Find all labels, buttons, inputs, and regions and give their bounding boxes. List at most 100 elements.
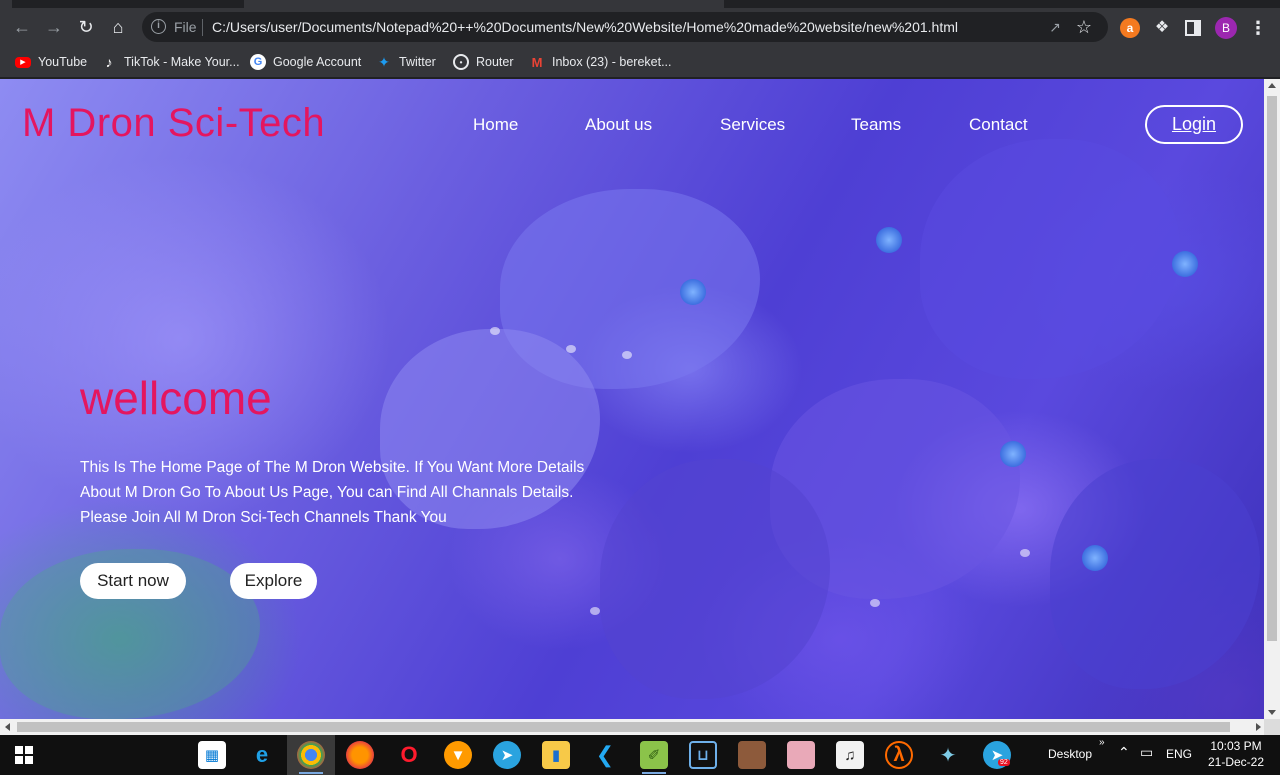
browser-toolbar: ← → ↻ ⌂ i File C:/Users/user/Documents/N… [0, 8, 1280, 46]
brave-icon[interactable]: ▼ [444, 741, 472, 769]
youtube-icon: ▶ [15, 56, 31, 68]
tiktok-icon: ♪ [105, 54, 113, 70]
flower-center [1000, 441, 1026, 467]
bookmark-google-account[interactable]: G Google Account [250, 52, 361, 72]
vertical-scroll-thumb[interactable] [1267, 96, 1277, 641]
water-drop [566, 345, 576, 353]
bookmark-label: Twitter [399, 55, 436, 69]
flower-center [1172, 251, 1198, 277]
reload-icon[interactable]: ↻ [76, 17, 96, 37]
firefox-icon[interactable] [346, 741, 374, 769]
vertical-scrollbar[interactable] [1264, 79, 1280, 719]
telegram-unread-badge: 92 [998, 759, 1010, 766]
petal [920, 139, 1180, 379]
twitter-icon: ✦ [378, 53, 390, 70]
google-icon: G [250, 54, 266, 70]
scrollbar-corner [1256, 719, 1280, 735]
bookmark-router[interactable]: • Router [453, 52, 514, 72]
system-clock[interactable]: 10:03 PM 21-Dec-22 [1206, 738, 1266, 770]
photo-app-2-icon[interactable] [787, 741, 815, 769]
url-separator [202, 19, 203, 36]
water-drop [590, 607, 600, 615]
bookmark-gmail-inbox[interactable]: M Inbox (23) - bereket... [529, 52, 672, 72]
bookmark-twitter[interactable]: ✦ Twitter [376, 52, 436, 72]
bookmark-label: Inbox (23) - bereket... [552, 55, 672, 69]
desktop-toolbar-label[interactable]: Desktop [1048, 747, 1092, 761]
router-icon: • [453, 54, 469, 70]
language-indicator[interactable]: ENG [1166, 747, 1192, 761]
nav-home[interactable]: Home [473, 115, 518, 135]
water-drop [1020, 549, 1030, 557]
scroll-up-arrow-icon[interactable] [1268, 83, 1276, 88]
half-life-icon[interactable]: λ [885, 741, 913, 769]
bookmark-tiktok[interactable]: ♪ TikTok - Make Your... [101, 52, 240, 72]
bookmark-label: YouTube [38, 55, 88, 69]
windows-taskbar: ▦ e O ▼ ➤ ▮ ❮ ✐ ⊔ ♫ λ ✦ ➤ Desktop » ⌃ ▭ … [0, 735, 1280, 775]
clock-time: 10:03 PM [1210, 739, 1262, 753]
info-icon[interactable]: i [151, 19, 166, 34]
file-explorer-icon[interactable]: ▮ [542, 741, 570, 769]
nav-services[interactable]: Services [720, 115, 785, 135]
nav-contact[interactable]: Contact [969, 115, 1028, 135]
start-now-button[interactable]: Start now [80, 563, 186, 599]
petal [1050, 459, 1260, 689]
profile-avatar[interactable]: B [1215, 17, 1237, 39]
flower-center [1082, 545, 1108, 571]
flower-center [680, 279, 706, 305]
forward-arrow-icon[interactable]: → [44, 17, 64, 37]
active-tab[interactable] [244, 0, 724, 8]
scroll-left-arrow-icon[interactable] [5, 723, 10, 731]
side-panel-icon[interactable] [1185, 20, 1201, 36]
vscode-icon[interactable]: ❮ [591, 741, 619, 769]
hero-line: About M Dron Go To About Us Page, You ca… [80, 484, 574, 501]
edge-icon[interactable]: e [248, 741, 276, 769]
gmail-icon: M [531, 54, 543, 70]
bookmark-youtube[interactable]: ▶ YouTube [15, 52, 87, 72]
water-drop [622, 351, 632, 359]
bookmark-star-icon[interactable]: ☆ [1074, 17, 1094, 37]
site-logo[interactable]: M Dron Sci-Tech [22, 101, 325, 146]
windows-store-icon[interactable]: ▦ [198, 741, 226, 769]
notepad-plus-plus-icon[interactable]: ✐ [640, 741, 668, 774]
flower-center [876, 227, 902, 253]
water-drop [490, 327, 500, 335]
opera-icon[interactable]: O [395, 741, 423, 769]
clock-date: 21-Dec-22 [1207, 755, 1265, 769]
horizontal-scrollbar[interactable] [0, 719, 1264, 735]
extensions-puzzle-icon[interactable]: ❖ [1152, 18, 1172, 38]
water-drop [870, 599, 880, 607]
explore-button[interactable]: Explore [230, 563, 317, 599]
url-scheme: File [174, 19, 197, 35]
windows-start-icon[interactable] [15, 746, 33, 764]
hero-line: This Is The Home Page of The M Dron Webs… [80, 459, 585, 476]
tab-edge-left [0, 0, 12, 8]
back-arrow-icon[interactable]: ← [12, 17, 32, 37]
home-icon[interactable]: ⌂ [108, 17, 128, 37]
scroll-down-arrow-icon[interactable] [1268, 710, 1276, 715]
share-icon[interactable]: ↗ [1046, 18, 1064, 36]
login-button[interactable]: Login [1145, 105, 1243, 144]
photo-app-icon[interactable] [738, 741, 766, 769]
url-text[interactable]: C:/Users/user/Documents/Notepad%20++%20D… [212, 19, 958, 35]
horizontal-scroll-thumb[interactable] [17, 722, 1230, 732]
terminal-icon[interactable]: ⊔ [689, 741, 717, 769]
avast-extension-icon[interactable]: a [1120, 18, 1140, 38]
show-hidden-icons-chevron-icon[interactable]: ⌃ [1118, 744, 1130, 761]
chrome-menu-icon[interactable]: ⋮ [1248, 18, 1268, 38]
chrome-icon[interactable] [297, 741, 325, 774]
tab-strip [0, 0, 1280, 8]
scroll-right-arrow-icon[interactable] [1256, 723, 1261, 731]
telegram-icon[interactable]: ➤ [493, 741, 521, 769]
nav-teams[interactable]: Teams [851, 115, 901, 135]
music-app-icon[interactable]: ♫ [836, 741, 864, 769]
network-icon[interactable]: ▭ [1140, 744, 1153, 761]
nav-about-us[interactable]: About us [585, 115, 652, 135]
bookmark-label: TikTok - Make Your... [124, 55, 240, 69]
hero-line: Please Join All M Dron Sci-Tech Channels… [80, 509, 447, 526]
bookmarks-bar: ▶ YouTube ♪ TikTok - Make Your... G Goog… [0, 46, 1280, 78]
game-controller-icon[interactable]: ✦ [934, 741, 962, 769]
address-bar[interactable]: i File C:/Users/user/Documents/Notepad%2… [142, 12, 1108, 42]
hero-title: wellcome [80, 372, 272, 424]
bookmark-label: Google Account [273, 55, 362, 69]
toolbar-expand-icon[interactable]: » [1099, 737, 1105, 748]
